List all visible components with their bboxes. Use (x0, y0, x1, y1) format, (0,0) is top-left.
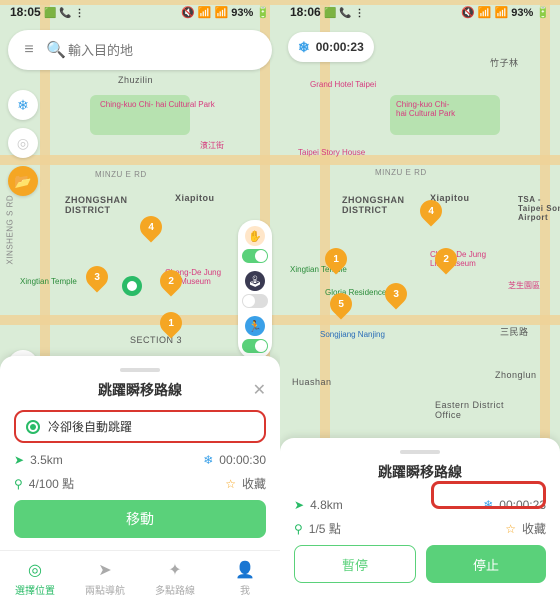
cooldown-timer-pill[interactable]: ❄ 00:00:23 (288, 32, 374, 62)
distance-stat-b: ➤4.8km (294, 498, 343, 512)
route-icon: ✦ (168, 560, 181, 580)
auto-teleport-label: 冷卻後自動跳躍 (48, 418, 132, 435)
sheet-handle-b[interactable] (400, 450, 440, 454)
sheet-title-b: 跳躍瞬移路線 (378, 462, 462, 482)
snowflake-icon: ❄ (298, 39, 310, 56)
distance-stat: ➤3.5km (14, 453, 63, 467)
search-bar[interactable]: ≡ 🔍 (8, 30, 272, 70)
nav-two-point[interactable]: ➤兩點導航 (70, 551, 140, 605)
status-bar: 18:05 🟩 📞 ⋮ 🔇 📶 📶 93% 🔋 (0, 0, 280, 24)
nav-multi-route[interactable]: ✦多點路線 (140, 551, 210, 605)
route-sheet: 跳躍瞬移路線 ✕ 冷卻後自動跳躍 ➤3.5km ❄00:00:30 ⚲4/100… (0, 356, 280, 550)
user-icon: 👤 (235, 560, 255, 580)
sheet-handle[interactable] (120, 368, 160, 372)
folder-icon[interactable]: 📂 (8, 166, 38, 196)
points-stat: ⚲4/100 點 (14, 475, 74, 492)
points-icon: ⚲ (294, 522, 303, 536)
locate-icon[interactable]: ◎ (8, 128, 38, 158)
pin-icon: ◎ (28, 560, 42, 580)
area-zhongshan-2: ZHONGSHAN DISTRICT (342, 195, 405, 215)
timer-value: 00:00:23 (316, 40, 364, 54)
hand-icon: ✋ (245, 226, 265, 246)
run-icon: 🏃 (245, 316, 265, 336)
points-icon: ⚲ (14, 477, 23, 491)
favorite-stat[interactable]: ☆收藏 (225, 475, 266, 492)
area-zhongshan: ZHONGSHAN DISTRICT (65, 195, 128, 215)
poi-xingtian: Xingtian Temple (20, 277, 77, 286)
close-icon[interactable]: ✕ (253, 380, 266, 400)
star-icon: ☆ (225, 477, 236, 491)
area-huashan: Huashan (292, 377, 332, 387)
road-minzu-2: MINZU E RD (375, 168, 427, 177)
joystick-icon: 🕹 (245, 271, 265, 291)
sheet-title: 跳躍瞬移路線 (98, 380, 182, 400)
search-icon: 🔍 (44, 40, 68, 60)
nav-arrow-icon: ➤ (14, 453, 24, 467)
cooldown-stat: ❄00:00:30 (203, 453, 266, 467)
poi-songjiang-2: Songjiang Nanjing (320, 330, 385, 339)
stop-button[interactable]: 停止 (426, 545, 546, 583)
star-icon: ☆ (505, 522, 516, 536)
toggle-joystick[interactable] (242, 294, 268, 308)
auto-teleport-highlight: 冷卻後自動跳躍 (14, 410, 266, 443)
area-zhonglun: Zhonglun (495, 370, 537, 380)
favorite-stat-b[interactable]: ☆收藏 (505, 520, 546, 537)
move-button[interactable]: 移動 (14, 500, 266, 538)
cooldown-highlight-box (431, 481, 546, 509)
area-section3: SECTION 3 (130, 335, 182, 345)
area-tsa: TSA - Taipei Songs Airport (518, 195, 560, 222)
pause-button[interactable]: 暫停 (294, 545, 416, 583)
road-minzu: MINZU E RD (95, 170, 147, 179)
bottom-nav: ◎選擇位置 ➤兩點導航 ✦多點路線 👤我 (0, 550, 280, 605)
nav-profile[interactable]: 👤我 (210, 551, 280, 605)
search-input[interactable] (68, 43, 266, 58)
snowflake-icon: ❄ (203, 453, 213, 467)
road-xinsheng: XINSHENG S RD (6, 195, 15, 265)
nav-arrow-icon: ➤ (294, 498, 304, 512)
radio-checked-icon (26, 420, 40, 434)
toggle-gesture[interactable] (242, 249, 268, 263)
status-bar-b: 18:06 🟩 📞 ⋮ 🔇 📶 📶 93% 🔋 (280, 0, 560, 24)
toggle-panel: ✋ 🕹 🏃 (238, 220, 272, 359)
auto-teleport-radio[interactable]: 冷卻後自動跳躍 (26, 418, 254, 435)
area-xiapitou: Xiapitou (175, 193, 215, 203)
current-location-dot (122, 276, 142, 296)
send-icon: ➤ (98, 560, 111, 580)
area-eastern: Eastern District Office (435, 400, 504, 420)
poi-zhisheng: 芝生園區 (508, 280, 540, 291)
poi-sanminlu: 三民路 (500, 325, 529, 338)
route-sheet-b: 跳躍瞬移路線 ➤4.8km ❄00:00:23 ⚲1/5 點 ☆收藏 暫停 停止 (280, 438, 560, 605)
nav-select-location[interactable]: ◎選擇位置 (0, 551, 70, 605)
cooldown-icon[interactable]: ❄ (8, 90, 38, 120)
points-stat-b: ⚲1/5 點 (294, 520, 341, 537)
toggle-run[interactable] (242, 339, 268, 353)
menu-icon[interactable]: ≡ (14, 35, 44, 65)
